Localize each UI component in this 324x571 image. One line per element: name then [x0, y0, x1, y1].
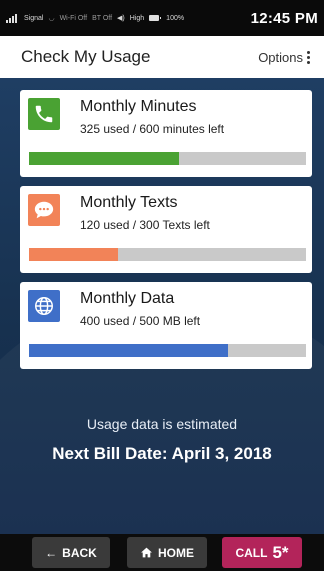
wifi-label: Wi-Fi Off — [59, 14, 88, 22]
usage-progress-fill — [29, 344, 229, 357]
back-label: BACK — [62, 545, 97, 560]
battery-icon — [149, 15, 162, 21]
status-bar: Signal ◡ Wi-Fi Off BT Off ◀) High 100% 1… — [0, 0, 324, 36]
bluetooth-label: BT Off — [92, 14, 113, 22]
usage-card-texts[interactable]: Monthly Texts 120 used / 300 Texts left — [20, 186, 312, 273]
usage-card-data[interactable]: Monthly Data 400 used / 500 MB left — [20, 282, 312, 369]
usage-detail: 325 used / 600 minutes left — [80, 122, 225, 136]
back-button[interactable]: ← BACK — [32, 537, 110, 568]
usage-progress-track — [29, 248, 306, 261]
next-bill-date: Next Bill Date: April 3, 2018 — [52, 444, 272, 463]
usage-progress-fill — [29, 152, 179, 165]
options-menu-button[interactable]: Options — [258, 50, 310, 65]
status-indicators: Signal ◡ Wi-Fi Off BT Off ◀) High 100% — [6, 13, 185, 23]
kebab-menu-icon — [307, 50, 310, 64]
call-label: CALL — [235, 545, 268, 560]
home-icon — [141, 547, 152, 558]
usage-detail: 400 used / 500 MB left — [80, 314, 201, 328]
call-number: 5* — [272, 542, 289, 562]
globe-icon — [28, 290, 60, 322]
estimate-note: Usage data is estimated — [86, 416, 238, 432]
bottom-nav: ← BACK HOME CALL 5* — [0, 534, 324, 571]
call-button[interactable]: CALL 5* — [222, 537, 302, 568]
usage-detail: 120 used / 300 Texts left — [80, 218, 210, 232]
home-button[interactable]: HOME — [127, 537, 207, 568]
usage-title: Monthly Minutes — [80, 98, 197, 115]
usage-title: Monthly Data — [80, 290, 175, 307]
chat-bubble-icon — [28, 194, 60, 226]
status-time: 12:45 PM — [250, 9, 318, 27]
app-bar: Check My Usage Options — [0, 36, 324, 78]
usage-title: Monthly Texts — [80, 194, 178, 211]
volume-label: High — [129, 14, 145, 22]
arrow-left-icon: ← — [45, 545, 58, 560]
phone-icon — [28, 98, 60, 130]
signal-label: Signal — [24, 14, 44, 22]
signal-icon — [6, 13, 17, 23]
usage-progress-fill — [29, 248, 118, 261]
usage-progress-track — [29, 152, 306, 165]
page-title: Check My Usage — [21, 47, 151, 66]
usage-progress-track — [29, 344, 306, 357]
usage-content: Monthly Minutes 325 used / 600 minutes l… — [0, 78, 324, 534]
options-label: Options — [258, 49, 303, 65]
usage-card-minutes[interactable]: Monthly Minutes 325 used / 600 minutes l… — [20, 90, 312, 177]
home-label: HOME — [158, 545, 194, 560]
volume-icon: ◀) — [117, 15, 125, 22]
wifi-icon: ◡ — [48, 15, 55, 22]
battery-label: 100% — [166, 14, 185, 22]
